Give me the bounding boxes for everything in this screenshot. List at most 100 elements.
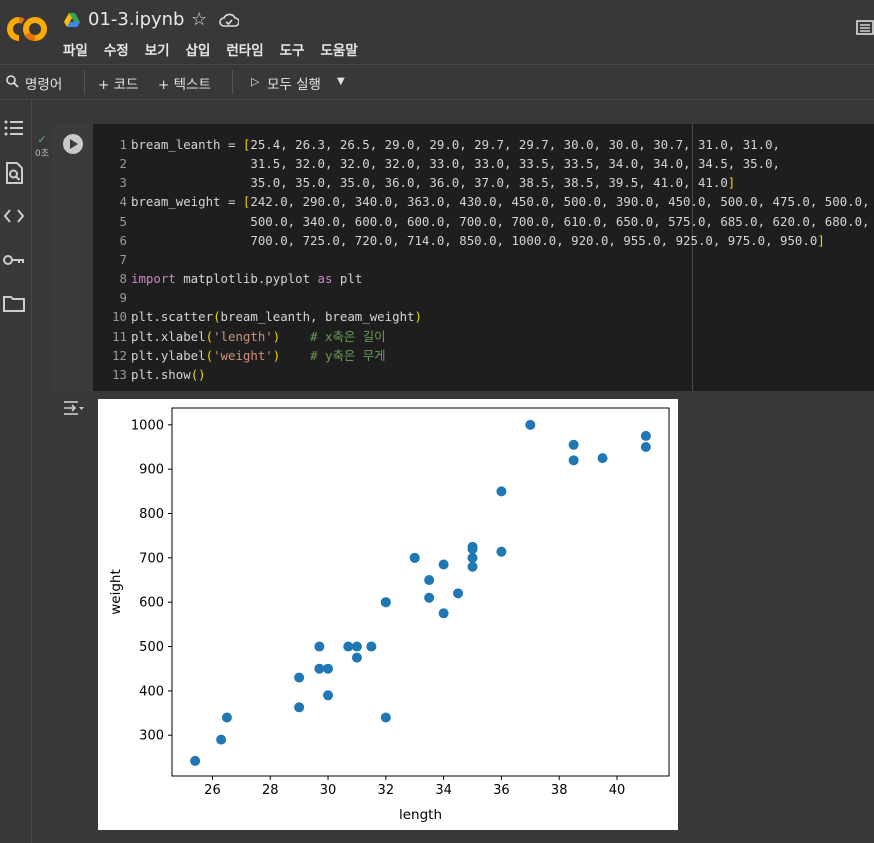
- find-icon[interactable]: [2, 161, 26, 185]
- x-tick-label: 28: [262, 783, 279, 798]
- x-tick-label: 36: [493, 783, 510, 798]
- colab-logo-icon[interactable]: [6, 14, 48, 44]
- toolbar-divider: [232, 70, 233, 94]
- search-icon[interactable]: [6, 75, 19, 88]
- x-tick-label: 40: [609, 783, 626, 798]
- data-point: [640, 442, 651, 453]
- data-point: [568, 439, 579, 450]
- code-line: 4 bream_weight = [242.0, 290.0, 340.0, 36…: [100, 192, 870, 211]
- toolbar: 명령어 + 코드 + 텍스트 ▷ 모두 실행 ▼: [0, 65, 874, 100]
- y-tick-label: 400: [139, 684, 164, 699]
- code-text: 500.0, 340.0, 600.0, 600.0, 700.0, 700.0…: [131, 213, 870, 229]
- menu-runtime[interactable]: 런타임: [226, 39, 263, 59]
- line-number: 7: [119, 251, 127, 267]
- x-tick-label: 30: [320, 783, 337, 798]
- data-point: [467, 561, 478, 572]
- data-point: [409, 552, 420, 563]
- data-point: [438, 559, 449, 570]
- data-point: [343, 641, 354, 652]
- commands-button[interactable]: 명령어: [25, 73, 62, 93]
- plot-frame: [171, 407, 670, 777]
- code-line: 8 import matplotlib.pyplot as plt: [100, 269, 870, 288]
- data-point: [351, 641, 362, 652]
- code-text: 700.0, 725.0, 720.0, 714.0, 850.0, 1000.…: [131, 232, 825, 248]
- x-tick-label: 26: [204, 783, 221, 798]
- data-point: [525, 419, 536, 430]
- cloud-saved-icon[interactable]: [219, 12, 239, 28]
- play-icon[interactable]: ▷: [251, 75, 259, 88]
- table-of-contents-icon[interactable]: [2, 117, 26, 141]
- data-point: [323, 663, 334, 674]
- code-line: 5 500.0, 340.0, 600.0, 600.0, 700.0, 700…: [100, 212, 870, 231]
- line-number: 11: [112, 328, 127, 344]
- x-tick-label: 32: [378, 783, 395, 798]
- data-point: [438, 608, 449, 619]
- y-axis-label: weight: [108, 569, 124, 615]
- data-point: [467, 543, 478, 554]
- line-number: 10: [112, 309, 127, 325]
- add-code-button[interactable]: + 코드: [98, 73, 138, 93]
- star-icon[interactable]: ☆: [191, 9, 207, 30]
- menu-bar: 파일 수정 보기 삽입 런타임 도구 도움말: [63, 39, 374, 59]
- code-line: 11 plt.xlabel('length') # x축은 길이: [100, 327, 870, 346]
- data-point: [323, 690, 334, 701]
- code-snippets-icon[interactable]: [2, 204, 26, 228]
- code-line: 12 plt.ylabel('weight') # y축은 무게: [100, 346, 870, 365]
- data-point: [216, 734, 227, 745]
- code-line: 9: [100, 288, 870, 307]
- plot-output: 26 28 30 32 34 36 38 40 300 400 500 600 700 800 900 100…: [98, 399, 678, 830]
- add-text-button[interactable]: + 텍스트: [158, 73, 211, 93]
- code-line: 6 700.0, 725.0, 720.0, 714.0, 850.0, 100…: [100, 231, 870, 250]
- line-number: 2: [119, 156, 127, 172]
- y-tick-label: 700: [139, 551, 164, 566]
- code-line: 10 plt.scatter(bream_leanth, bream_weight…: [100, 307, 870, 326]
- notebook-title[interactable]: 01-3.ipynb: [88, 9, 185, 30]
- execution-status: ✓ 0초: [34, 133, 50, 159]
- menu-edit[interactable]: 수정: [104, 39, 129, 59]
- data-point: [568, 455, 579, 466]
- run-cell-button[interactable]: [63, 134, 83, 154]
- data-point: [366, 641, 377, 652]
- data-point: [351, 652, 362, 663]
- code-text: plt.scatter(bream_leanth, bream_weight): [131, 309, 422, 325]
- data-point: [380, 597, 391, 608]
- line-number: 5: [119, 213, 127, 229]
- comment-icon[interactable]: [856, 20, 874, 36]
- code-text: 35.0, 35.0, 35.0, 36.0, 36.0, 37.0, 38.5…: [131, 175, 736, 191]
- data-point: [380, 712, 391, 723]
- data-point: [424, 592, 435, 603]
- data-point: [496, 546, 507, 557]
- folder-icon[interactable]: [2, 292, 26, 316]
- code-line: 13 plt.show(): [100, 365, 870, 384]
- code-editor[interactable]: 1 bream_leanth = [25.4, 26.3, 26.5, 29.0,…: [100, 135, 870, 384]
- y-tick-label: 800: [139, 507, 164, 522]
- code-text: bream_weight = [242.0, 290.0, 340.0, 363…: [131, 194, 870, 210]
- drive-icon[interactable]: [64, 13, 80, 27]
- key-icon[interactable]: [2, 248, 26, 272]
- line-number: 9: [119, 290, 127, 306]
- data-point: [597, 453, 608, 464]
- menu-help[interactable]: 도움말: [320, 39, 357, 59]
- menu-view[interactable]: 보기: [145, 39, 170, 59]
- data-point: [424, 575, 435, 586]
- run-all-button[interactable]: 모두 실행: [267, 73, 321, 93]
- code-text: bream_leanth = [25.4, 26.3, 26.5, 29.0, …: [131, 137, 781, 152]
- menu-file[interactable]: 파일: [63, 39, 88, 59]
- code-text: import matplotlib.pyplot as plt: [131, 271, 363, 287]
- output-actions-icon[interactable]: [62, 399, 86, 417]
- code-text: plt.ylabel('weight') # y축은 무게: [131, 347, 386, 363]
- data-point: [467, 552, 478, 563]
- data-point: [314, 641, 325, 652]
- y-tick-label: 300: [139, 729, 164, 744]
- data-point: [640, 430, 651, 441]
- chevron-down-icon[interactable]: ▼: [337, 76, 345, 87]
- data-point: [496, 486, 507, 497]
- code-text: plt.show(): [131, 366, 206, 382]
- data-point: [190, 755, 201, 766]
- menu-tools[interactable]: 도구: [280, 39, 305, 59]
- line-number: 4: [119, 194, 127, 210]
- left-sidebar: [0, 100, 32, 843]
- data-point: [453, 588, 464, 599]
- menu-insert[interactable]: 삽입: [186, 39, 211, 59]
- data-point: [221, 712, 232, 723]
